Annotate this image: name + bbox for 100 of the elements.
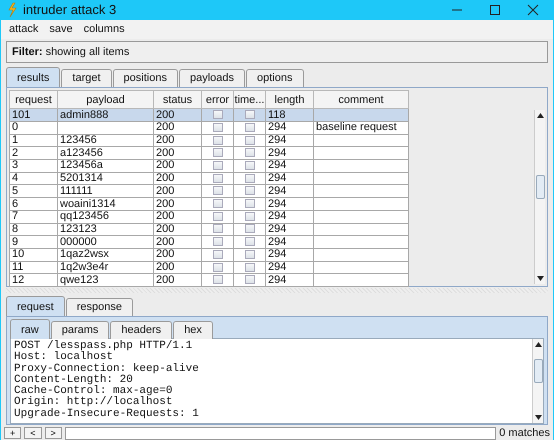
table-cell: 4 bbox=[10, 172, 58, 185]
menu-item[interactable]: attack bbox=[9, 21, 38, 38]
match-count: 0 matches bbox=[499, 426, 550, 440]
tab[interactable]: headers bbox=[110, 321, 172, 339]
checkbox[interactable] bbox=[244, 262, 254, 272]
table-cell: 294 bbox=[266, 146, 314, 160]
checkbox[interactable] bbox=[212, 262, 222, 272]
tab[interactable]: response bbox=[66, 298, 133, 316]
checkbox[interactable] bbox=[244, 161, 254, 170]
checkbox[interactable] bbox=[212, 161, 222, 170]
maximize-window-icon[interactable] bbox=[489, 4, 501, 16]
checkbox[interactable] bbox=[244, 199, 254, 208]
close-window-icon[interactable] bbox=[527, 4, 539, 16]
column-header[interactable]: time... bbox=[234, 90, 266, 109]
table-cell: 294 bbox=[266, 184, 314, 198]
table-cell: 294 bbox=[266, 134, 314, 147]
table-cell: 294 bbox=[266, 172, 314, 185]
checkbox[interactable] bbox=[244, 212, 254, 221]
table-cell: 2 bbox=[10, 146, 58, 160]
search-nav-button[interactable]: > bbox=[44, 427, 62, 439]
window-title: intruder attack 3 bbox=[23, 1, 116, 20]
checkbox[interactable] bbox=[244, 148, 254, 158]
table-cell: 12 bbox=[10, 274, 58, 286]
checkbox[interactable] bbox=[212, 275, 222, 284]
table-cell: 200 bbox=[154, 146, 202, 160]
tab[interactable]: target bbox=[61, 69, 112, 88]
tab[interactable]: payloads bbox=[178, 69, 246, 88]
table-cell: 294 bbox=[266, 160, 314, 172]
checkbox[interactable] bbox=[244, 237, 254, 246]
table-cell: 200 bbox=[154, 236, 202, 248]
tab[interactable]: raw bbox=[10, 319, 50, 339]
checkbox[interactable] bbox=[244, 110, 254, 120]
table-cell: a123456 bbox=[58, 146, 154, 160]
checkbox[interactable] bbox=[212, 174, 222, 183]
checkbox[interactable] bbox=[244, 174, 254, 183]
tab[interactable]: params bbox=[50, 321, 110, 339]
table-cell: 5201314 bbox=[58, 172, 154, 185]
table-cell: 200 bbox=[154, 223, 202, 236]
checkbox[interactable] bbox=[244, 122, 254, 132]
table-cell: 200 bbox=[154, 261, 202, 274]
table-cell: 3 bbox=[10, 160, 58, 172]
scroll-down-icon[interactable] bbox=[536, 276, 544, 282]
table-cell: 200 bbox=[154, 172, 202, 185]
checkbox[interactable] bbox=[244, 224, 254, 234]
tab[interactable]: positions bbox=[112, 69, 178, 88]
checkbox[interactable] bbox=[212, 186, 222, 196]
column-header[interactable]: comment bbox=[314, 90, 408, 109]
table-cell: 294 bbox=[266, 261, 314, 274]
table-cell: 200 bbox=[154, 134, 202, 147]
column-header[interactable]: error bbox=[202, 90, 234, 109]
table-cell: 11 bbox=[10, 261, 58, 274]
table-cell: 200 bbox=[154, 108, 202, 122]
checkbox[interactable] bbox=[212, 136, 222, 145]
checkbox[interactable] bbox=[244, 275, 254, 284]
checkbox[interactable] bbox=[244, 186, 254, 196]
column-header[interactable]: length bbox=[266, 90, 314, 109]
table-cell: 200 bbox=[154, 274, 202, 286]
table-cell: 0 bbox=[10, 122, 58, 134]
checkbox[interactable] bbox=[212, 237, 222, 246]
table-cell: 294 bbox=[266, 198, 314, 210]
scroll-up-icon[interactable] bbox=[536, 113, 544, 118]
filter-bar[interactable]: Filter: showing all items bbox=[6, 40, 548, 64]
checkbox[interactable] bbox=[212, 110, 222, 120]
scroll-thumb[interactable] bbox=[536, 175, 544, 200]
tab[interactable]: options bbox=[246, 69, 304, 88]
table-cell: 8 bbox=[10, 223, 58, 236]
scroll-up-icon[interactable] bbox=[534, 342, 542, 347]
tab[interactable]: results bbox=[6, 67, 60, 88]
column-header[interactable]: payload bbox=[58, 90, 154, 109]
table-cell: 1qaz2wsx bbox=[58, 248, 154, 262]
table-cell: admin888 bbox=[58, 108, 154, 122]
checkbox[interactable] bbox=[212, 148, 222, 158]
checkbox[interactable] bbox=[212, 250, 222, 259]
filter-label: Filter: bbox=[12, 44, 43, 60]
checkbox[interactable] bbox=[212, 224, 222, 234]
table-cell: 5 bbox=[10, 184, 58, 198]
scrollbar[interactable] bbox=[534, 110, 545, 284]
table-cell: 200 bbox=[154, 184, 202, 198]
checkbox[interactable] bbox=[212, 212, 222, 221]
checkbox[interactable] bbox=[244, 136, 254, 145]
tab[interactable]: request bbox=[6, 296, 65, 316]
scrollbar[interactable] bbox=[532, 339, 543, 423]
column-header[interactable]: request bbox=[10, 90, 58, 109]
scroll-down-icon[interactable] bbox=[534, 415, 542, 420]
search-field[interactable] bbox=[64, 426, 496, 440]
checkbox[interactable] bbox=[212, 122, 222, 132]
table-cell: 294 bbox=[266, 210, 314, 224]
table-cell: 123456a bbox=[58, 160, 154, 172]
table-cell: woaini1314 bbox=[58, 198, 154, 210]
search-nav-button[interactable]: < bbox=[24, 427, 42, 439]
tab[interactable]: hex bbox=[173, 321, 213, 339]
checkbox[interactable] bbox=[212, 199, 222, 208]
search-nav-button[interactable]: + bbox=[4, 427, 22, 439]
table-cell: baseline request bbox=[314, 122, 408, 134]
table-cell: 9 bbox=[10, 236, 58, 248]
scroll-thumb[interactable] bbox=[534, 359, 542, 383]
menu-item[interactable]: columns bbox=[84, 21, 125, 38]
checkbox[interactable] bbox=[244, 250, 254, 259]
column-header[interactable]: status bbox=[154, 90, 202, 109]
menu-item[interactable]: save bbox=[49, 21, 73, 38]
